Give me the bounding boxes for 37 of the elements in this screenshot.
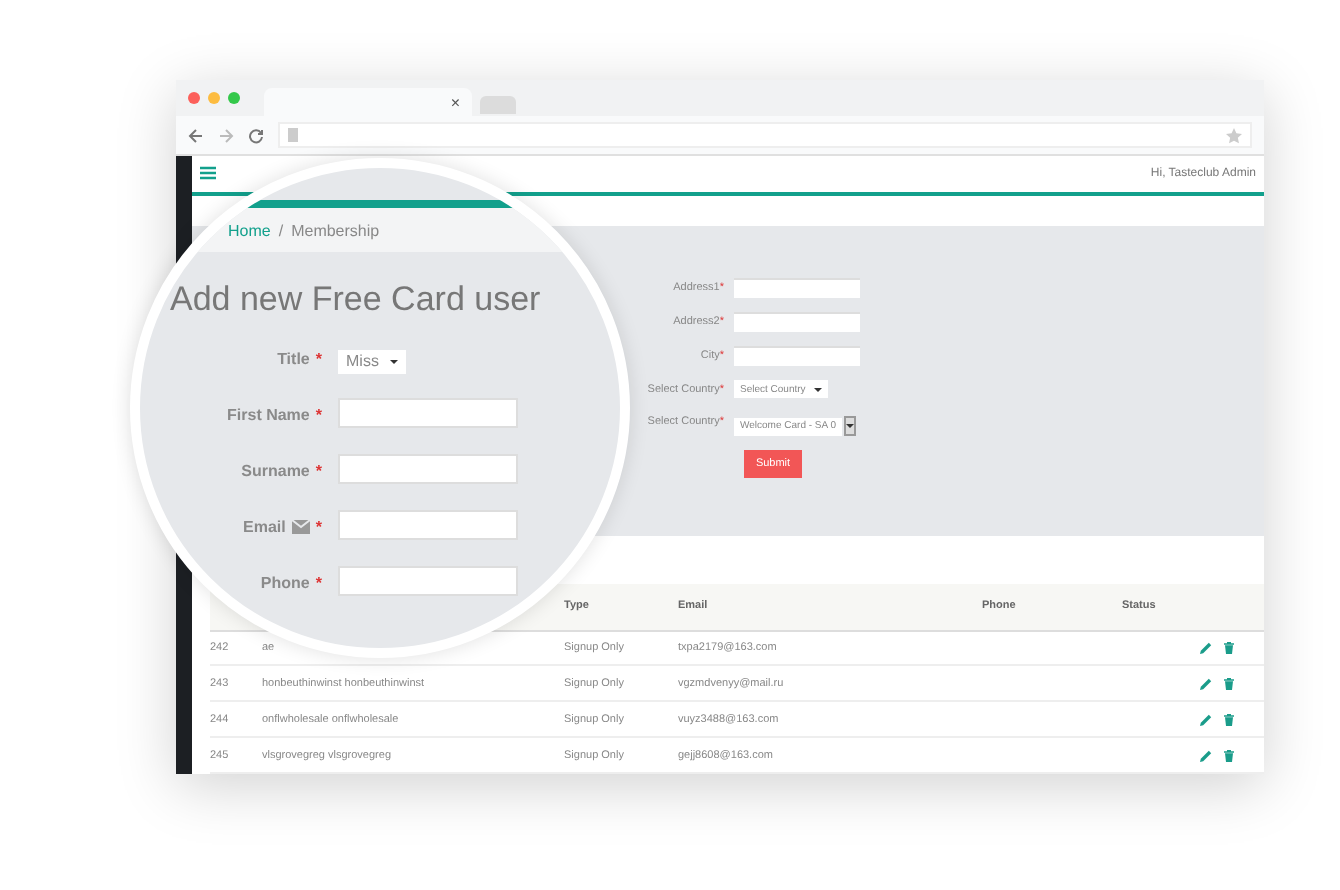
forward-icon[interactable] — [218, 127, 234, 143]
pencil-icon[interactable] — [1200, 713, 1212, 726]
maximize-dot-icon[interactable] — [228, 92, 240, 104]
field-label: Email * — [241, 517, 322, 535]
star-icon[interactable] — [1226, 127, 1242, 143]
pencil-icon[interactable] — [1200, 642, 1212, 654]
field-label: Surname * — [239, 461, 322, 479]
text-field[interactable] — [338, 398, 518, 428]
field-label: Phone * — [258, 573, 322, 591]
form-title: Add new Free Card user — [170, 280, 543, 320]
text-field[interactable] — [338, 454, 518, 484]
browser-tab[interactable]: × — [264, 88, 472, 116]
envelope-icon — [291, 519, 310, 533]
trash-icon[interactable] — [1224, 713, 1234, 726]
close-dot-icon[interactable] — [188, 92, 200, 104]
trash-icon[interactable] — [1224, 749, 1234, 762]
menu-icon[interactable] — [200, 166, 216, 181]
text-field[interactable] — [734, 278, 860, 299]
field-label: First Name * — [225, 405, 322, 423]
breadcrumb-current: Membership — [291, 221, 380, 239]
trash-icon[interactable] — [1224, 677, 1234, 690]
text-field[interactable] — [338, 566, 518, 596]
trash-icon[interactable] — [1224, 642, 1234, 654]
select-field[interactable]: Miss — [338, 349, 407, 373]
text-field[interactable] — [734, 312, 860, 333]
field-label: Title * — [275, 349, 322, 367]
pencil-icon[interactable] — [1200, 749, 1212, 762]
breadcrumb-link[interactable]: Home — [228, 221, 271, 239]
back-icon[interactable] — [188, 127, 204, 143]
text-field[interactable] — [734, 346, 860, 367]
dropdown-button[interactable] — [843, 416, 856, 437]
text-field[interactable] — [338, 510, 518, 540]
reload-icon[interactable] — [248, 127, 264, 143]
pencil-icon[interactable] — [1200, 677, 1212, 690]
minimize-dot-icon[interactable] — [208, 92, 220, 104]
breadcrumb-separator: / — [278, 221, 284, 239]
page-icon — [288, 128, 298, 142]
